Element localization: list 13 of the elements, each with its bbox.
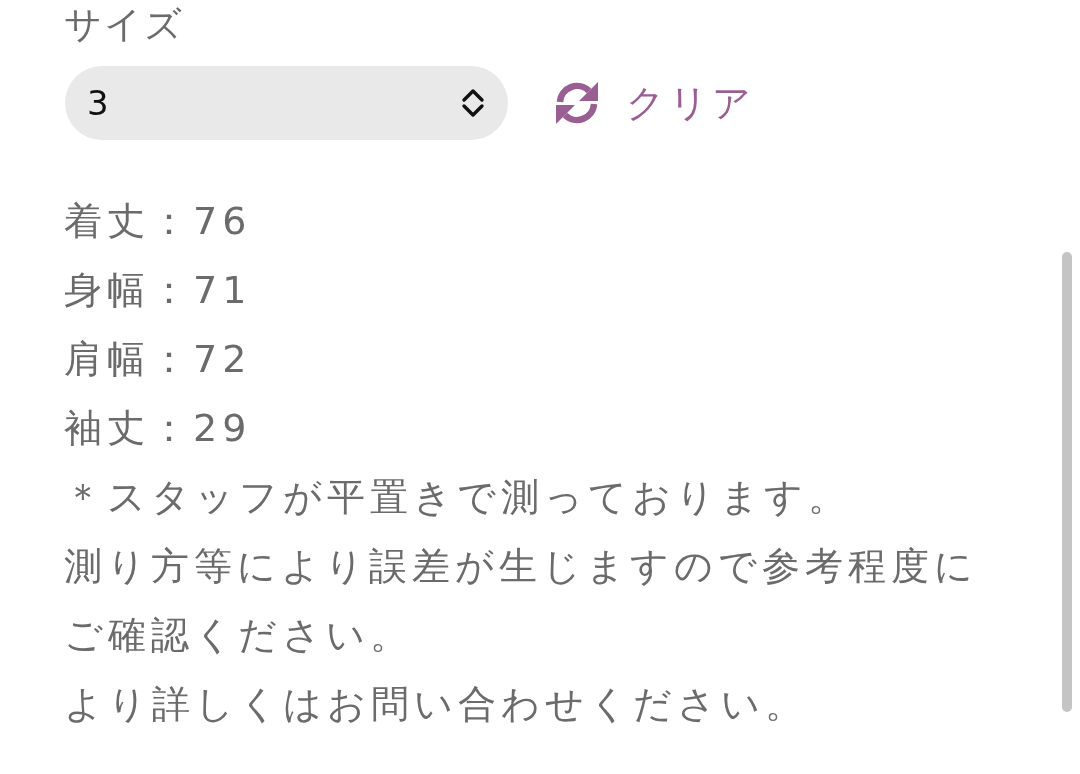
refresh-icon bbox=[554, 81, 600, 125]
note-text: ＊スタッフが平置きで測っております。 bbox=[64, 474, 852, 521]
size-label: サイズ bbox=[64, 2, 184, 48]
up-down-chevron-icon bbox=[460, 88, 486, 118]
measurement-text: 身幅：71 bbox=[64, 267, 252, 314]
scrollbar-thumb[interactable] bbox=[1062, 252, 1072, 712]
size-select[interactable]: 3 bbox=[65, 66, 508, 140]
measurement-text: 肩幅：72 bbox=[64, 336, 252, 383]
measurement-text: 着丈：76 bbox=[64, 198, 252, 245]
note-text: 測り方等により誤差が生じますので参考程度にご確認ください。 bbox=[64, 543, 979, 659]
clear-button[interactable]: クリア bbox=[554, 78, 755, 128]
note-text: より詳しくはお問い合わせください。 bbox=[64, 681, 809, 728]
measurement-text: 袖丈：29 bbox=[64, 405, 252, 452]
